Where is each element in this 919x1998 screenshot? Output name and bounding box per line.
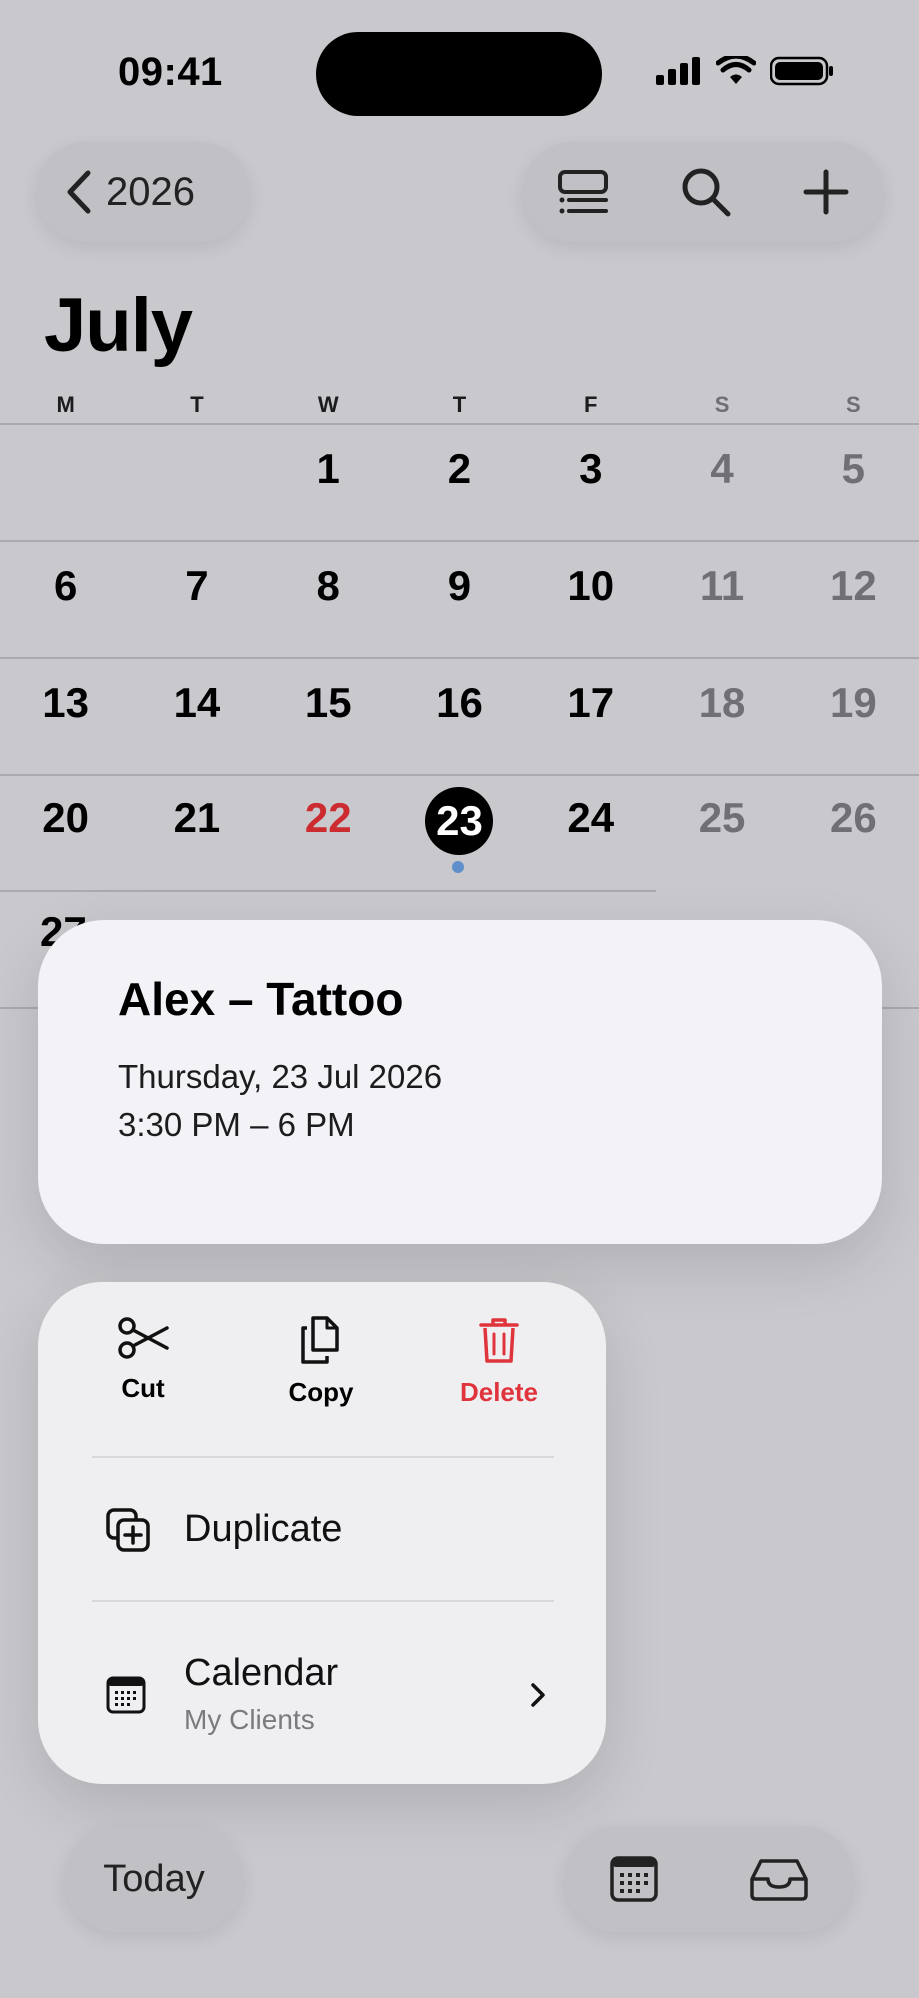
- calendar-week: 1 2 3 4 5: [0, 411, 919, 527]
- bottom-toolbar: [564, 1826, 854, 1932]
- calendar-day[interactable]: 9: [394, 528, 525, 644]
- calendar-day[interactable]: 14: [131, 645, 262, 761]
- calendar-icon: [106, 1676, 146, 1714]
- calendar-day[interactable]: 20: [0, 760, 131, 876]
- calendar-week: 6 7 8 9 10 11 12: [0, 528, 919, 644]
- calendars-icon[interactable]: [609, 1856, 658, 1902]
- status-time: 09:41: [118, 50, 223, 94]
- cellular-signal-icon: [656, 57, 700, 85]
- duplicate-menu-item[interactable]: Duplicate: [92, 1464, 554, 1594]
- calendar-day[interactable]: 24: [525, 760, 656, 876]
- calendar-day-selected[interactable]: 23: [394, 760, 525, 876]
- event-date: Thursday, 23 Jul 2026: [118, 1058, 443, 1095]
- month-title: July: [44, 283, 193, 368]
- calendar-day[interactable]: 4: [656, 411, 787, 527]
- calendar-day[interactable]: 1: [263, 411, 394, 527]
- calendar-day[interactable]: 11: [656, 528, 787, 644]
- calendar-week: 20 21 22 23 24 25 26: [0, 760, 919, 876]
- today-button[interactable]: Today: [64, 1826, 244, 1932]
- calendar-day[interactable]: [131, 411, 262, 527]
- add-event-icon[interactable]: [803, 169, 849, 215]
- calendar-day[interactable]: 16: [394, 645, 525, 761]
- calendar-day[interactable]: 2: [394, 411, 525, 527]
- calendar-day[interactable]: 7: [131, 528, 262, 644]
- calendar-day[interactable]: 6: [0, 528, 131, 644]
- calendar-day[interactable]: 18: [656, 645, 787, 761]
- calendar-day[interactable]: 3: [525, 411, 656, 527]
- calendar-day[interactable]: 12: [788, 528, 919, 644]
- calendar-day[interactable]: [0, 411, 131, 527]
- search-icon[interactable]: [680, 166, 732, 218]
- calendar-day[interactable]: 26: [788, 760, 919, 876]
- calendar-day[interactable]: 21: [131, 760, 262, 876]
- calendar-day[interactable]: 13: [0, 645, 131, 761]
- copy-label: Copy: [288, 1377, 354, 1407]
- calendar-day[interactable]: 5: [788, 411, 919, 527]
- back-year-label: 2026: [106, 169, 195, 214]
- trash-icon: [479, 1318, 519, 1363]
- wifi-icon: [716, 56, 756, 84]
- list-view-icon[interactable]: [557, 169, 609, 215]
- inbox-icon[interactable]: [749, 1857, 809, 1901]
- cut-label: Cut: [121, 1373, 165, 1403]
- calendar-value: My Clients: [184, 1704, 315, 1735]
- delete-label: Delete: [459, 1377, 539, 1407]
- calendar-week: 13 14 15 16 17 18 19: [0, 645, 919, 761]
- calendar-day[interactable]: 15: [263, 645, 394, 761]
- calendar-day[interactable]: 17: [525, 645, 656, 761]
- status-icons: [656, 56, 834, 86]
- duplicate-icon: [106, 1508, 150, 1552]
- duplicate-label: Duplicate: [184, 1508, 343, 1550]
- grid-divider: [0, 890, 656, 892]
- event-indicator-dot: [452, 861, 464, 873]
- delete-button[interactable]: Delete: [424, 1316, 574, 1436]
- chevron-left-icon: [67, 170, 91, 214]
- calendar-label: Calendar: [184, 1652, 339, 1694]
- dynamic-island: [316, 32, 602, 116]
- calendar-day[interactable]: 8: [263, 528, 394, 644]
- event-time: 3:30 PM – 6 PM: [118, 1106, 355, 1143]
- menu-divider: [92, 1600, 554, 1602]
- copy-icon: [301, 1316, 339, 1364]
- back-to-year-button[interactable]: 2026: [36, 142, 250, 242]
- calendar-day[interactable]: 25: [656, 760, 787, 876]
- cut-button[interactable]: Cut: [68, 1316, 218, 1436]
- battery-icon: [770, 56, 833, 86]
- scissors-icon: [118, 1317, 169, 1359]
- calendar-day[interactable]: 19: [788, 645, 919, 761]
- event-title: Alex – Tattoo: [118, 973, 404, 1025]
- calendar-menu-item[interactable]: Calendar My Clients: [92, 1608, 554, 1778]
- calendar-day-today[interactable]: 22: [263, 760, 394, 876]
- menu-divider: [92, 1456, 554, 1458]
- selected-day-circle: 23: [425, 786, 494, 855]
- top-toolbar: [522, 142, 884, 242]
- chevron-right-icon: [531, 1683, 545, 1707]
- calendar-day[interactable]: 10: [525, 528, 656, 644]
- copy-button[interactable]: Copy: [246, 1316, 396, 1436]
